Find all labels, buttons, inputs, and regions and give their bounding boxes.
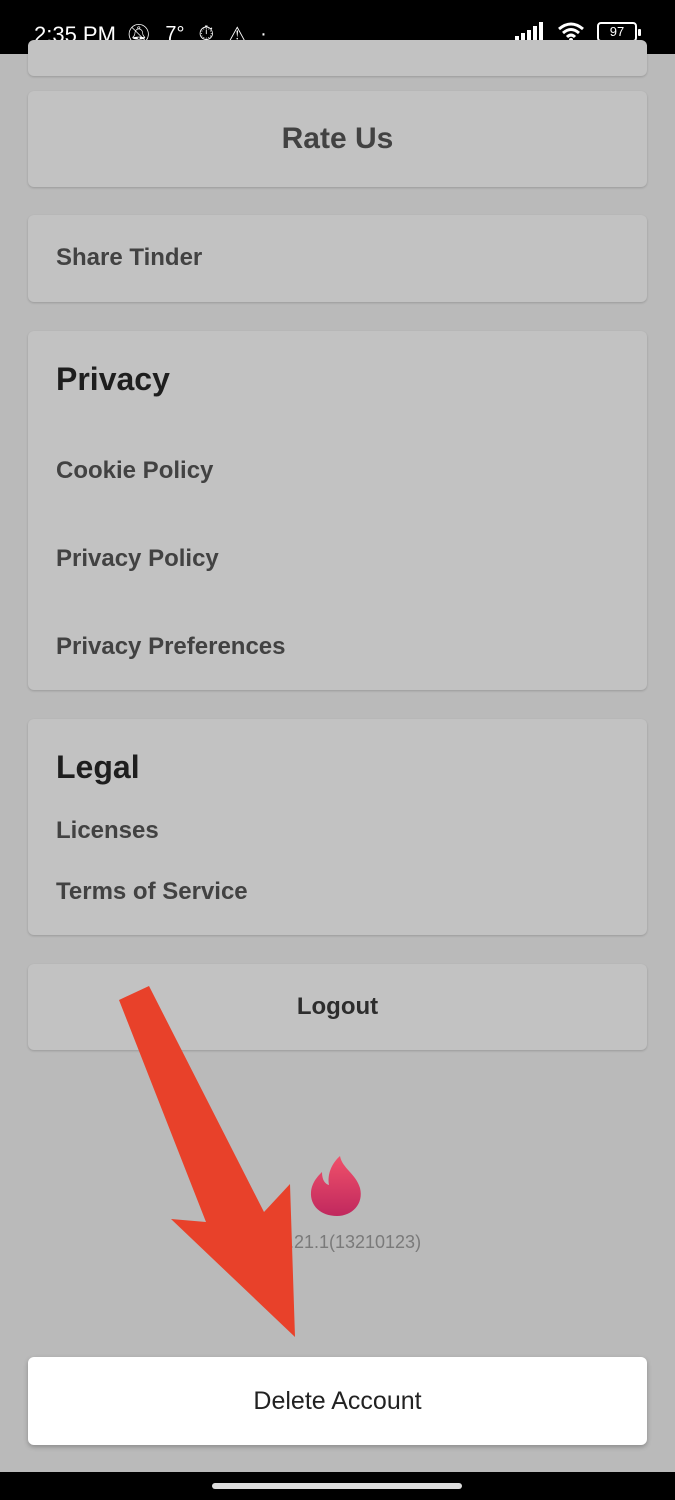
legal-title: Legal [56, 749, 140, 785]
tinder-flame-icon [310, 1156, 361, 1216]
licenses-link[interactable]: Licenses [56, 817, 159, 845]
legal-section: Legal Licenses Terms of Service [28, 719, 647, 935]
wifi-icon [558, 22, 584, 42]
logout-button[interactable]: Logout [28, 964, 647, 1050]
privacy-section: Privacy Cookie Policy Privacy Policy Pri… [28, 331, 647, 690]
delete-account-button[interactable]: Delete Account [28, 1357, 647, 1445]
delete-account-label: Delete Account [253, 1386, 422, 1415]
battery-icon: 97 [597, 22, 641, 42]
share-tinder-label: Share Tinder [56, 244, 203, 271]
signal-icon [515, 22, 543, 42]
battery-level: 97 [609, 24, 625, 39]
home-gesture-handle[interactable] [212, 1483, 462, 1489]
app-version: n 13.21.1(13210123) [253, 1232, 422, 1252]
cookie-policy-link[interactable]: Cookie Policy [56, 457, 213, 485]
privacy-title: Privacy [56, 361, 170, 397]
navigation-bar [0, 1472, 675, 1500]
privacy-policy-link[interactable]: Privacy Policy [56, 545, 219, 573]
logout-label: Logout [296, 993, 379, 1020]
privacy-preferences-link[interactable]: Privacy Preferences [56, 633, 286, 661]
rate-us-label: Rate Us [281, 122, 394, 155]
share-tinder-button[interactable]: Share Tinder [28, 215, 647, 302]
rate-us-button[interactable]: Rate Us [28, 91, 647, 187]
previous-card-partial [28, 40, 647, 76]
terms-of-service-link[interactable]: Terms of Service [56, 878, 248, 906]
